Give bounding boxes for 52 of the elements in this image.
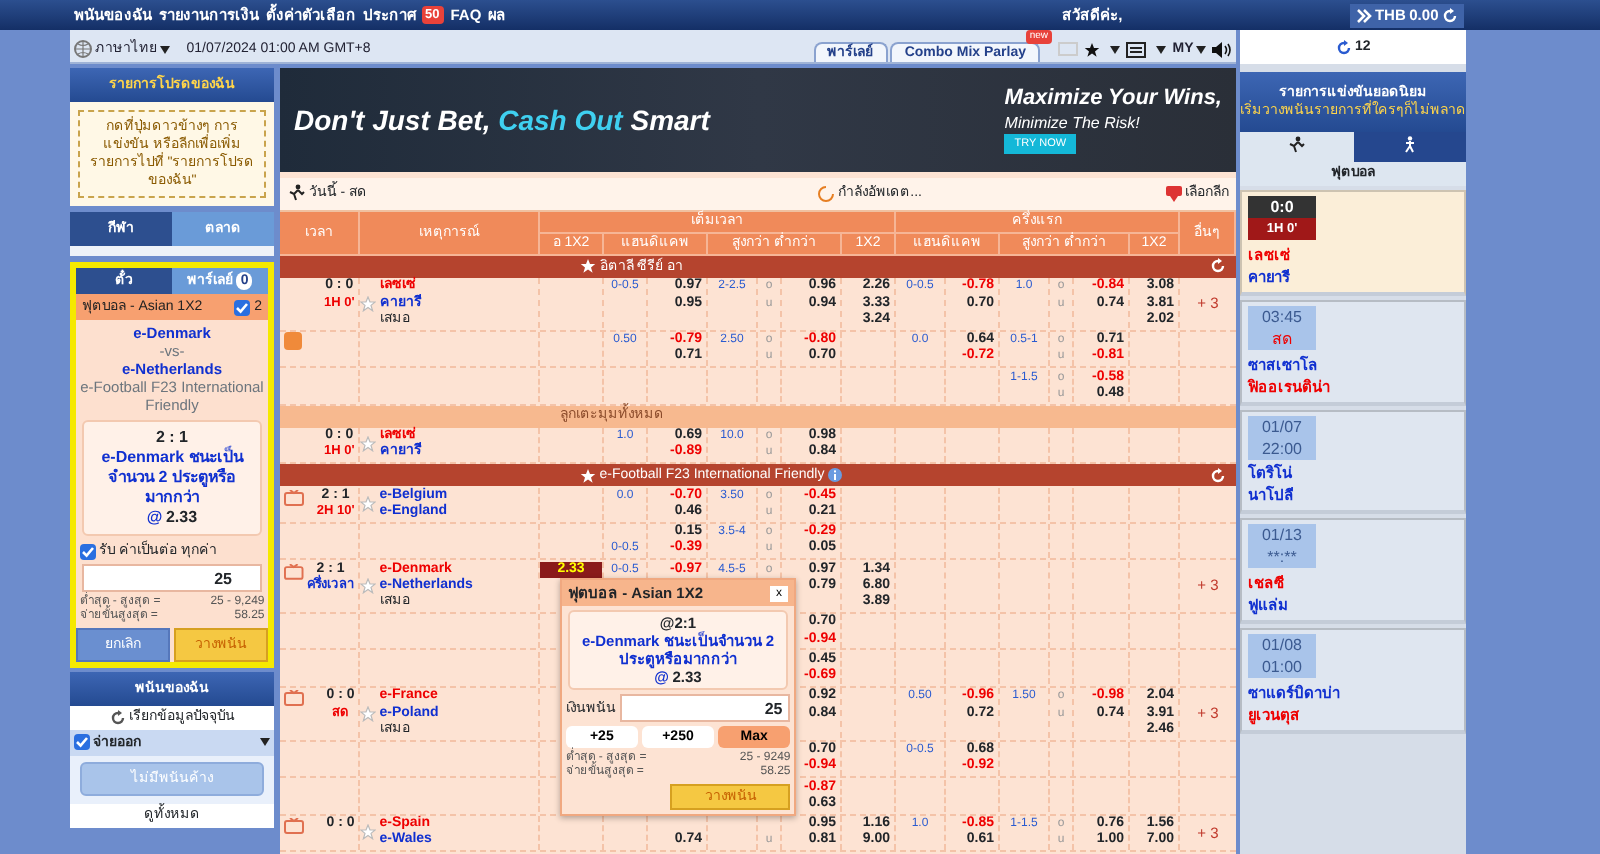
star-icon[interactable] <box>1084 41 1101 58</box>
info-icon[interactable] <box>827 468 842 482</box>
star-icon[interactable] <box>580 258 596 275</box>
match-time: 0:0 <box>1268 196 1296 218</box>
match-time: 03:45 <box>1259 305 1305 328</box>
sport-tab[interactable] <box>1240 131 1353 161</box>
refresh-icon[interactable] <box>109 709 126 726</box>
sport-tab[interactable] <box>1353 131 1466 161</box>
selection-text: e-Denmark ชนะเป็นจำนวน 2 ประตูหรือมากกว่า <box>99 448 246 508</box>
star-icon[interactable] <box>580 467 596 483</box>
banner-headline: Don't Just Bet, Cash Out Smart <box>294 103 710 136</box>
tv-icon[interactable] <box>283 818 304 834</box>
runner-icon <box>1400 136 1419 155</box>
checkbox[interactable] <box>234 299 251 316</box>
caret-icon[interactable] <box>1195 45 1206 54</box>
loading-icon <box>818 185 835 202</box>
banner-slogan: Maximize Your Wins, <box>1004 85 1222 112</box>
match-status: 22:00 <box>1259 437 1305 459</box>
star-icon[interactable] <box>360 577 376 594</box>
caret-icon[interactable] <box>260 738 271 747</box>
score-text: 2 : 1 <box>153 428 189 448</box>
match-status: 01:00 <box>1259 656 1305 678</box>
checkbox[interactable] <box>79 543 96 559</box>
odds-value: 2.33 <box>165 508 198 528</box>
soccer-player-icon <box>1287 136 1306 155</box>
speaker-icon[interactable] <box>1212 41 1233 58</box>
stake-input[interactable]: 25 <box>619 694 791 722</box>
banner-slogan: Minimize The Risk! <box>1004 111 1142 134</box>
caret-icon[interactable] <box>1109 45 1120 54</box>
star-icon[interactable] <box>360 705 376 722</box>
stake-input[interactable]: 25 <box>82 564 262 592</box>
globe-icon <box>73 40 92 59</box>
tv-icon[interactable] <box>283 563 303 579</box>
tv-icon[interactable] <box>283 690 304 707</box>
filter-icon[interactable] <box>1165 185 1182 202</box>
star-icon[interactable] <box>360 295 376 312</box>
match-status: **:** <box>1265 546 1299 569</box>
star-icon[interactable] <box>360 436 376 453</box>
caret-icon[interactable] <box>159 45 169 54</box>
match-status: สด <box>1270 327 1294 350</box>
star-icon[interactable] <box>360 824 376 841</box>
soccer-player-icon <box>287 184 305 203</box>
tv-icon[interactable] <box>283 489 304 505</box>
double-chevron-icon[interactable] <box>1355 7 1372 23</box>
match-time: 01/07 <box>1259 415 1305 437</box>
checkbox[interactable] <box>73 734 90 751</box>
star-icon[interactable] <box>360 495 376 512</box>
match-time: 01/13 <box>1259 524 1305 547</box>
caret-icon[interactable] <box>1155 45 1166 54</box>
at-sign: @ <box>146 508 163 528</box>
match-time: 01/08 <box>1259 634 1305 656</box>
refresh-icon[interactable] <box>1335 39 1352 55</box>
